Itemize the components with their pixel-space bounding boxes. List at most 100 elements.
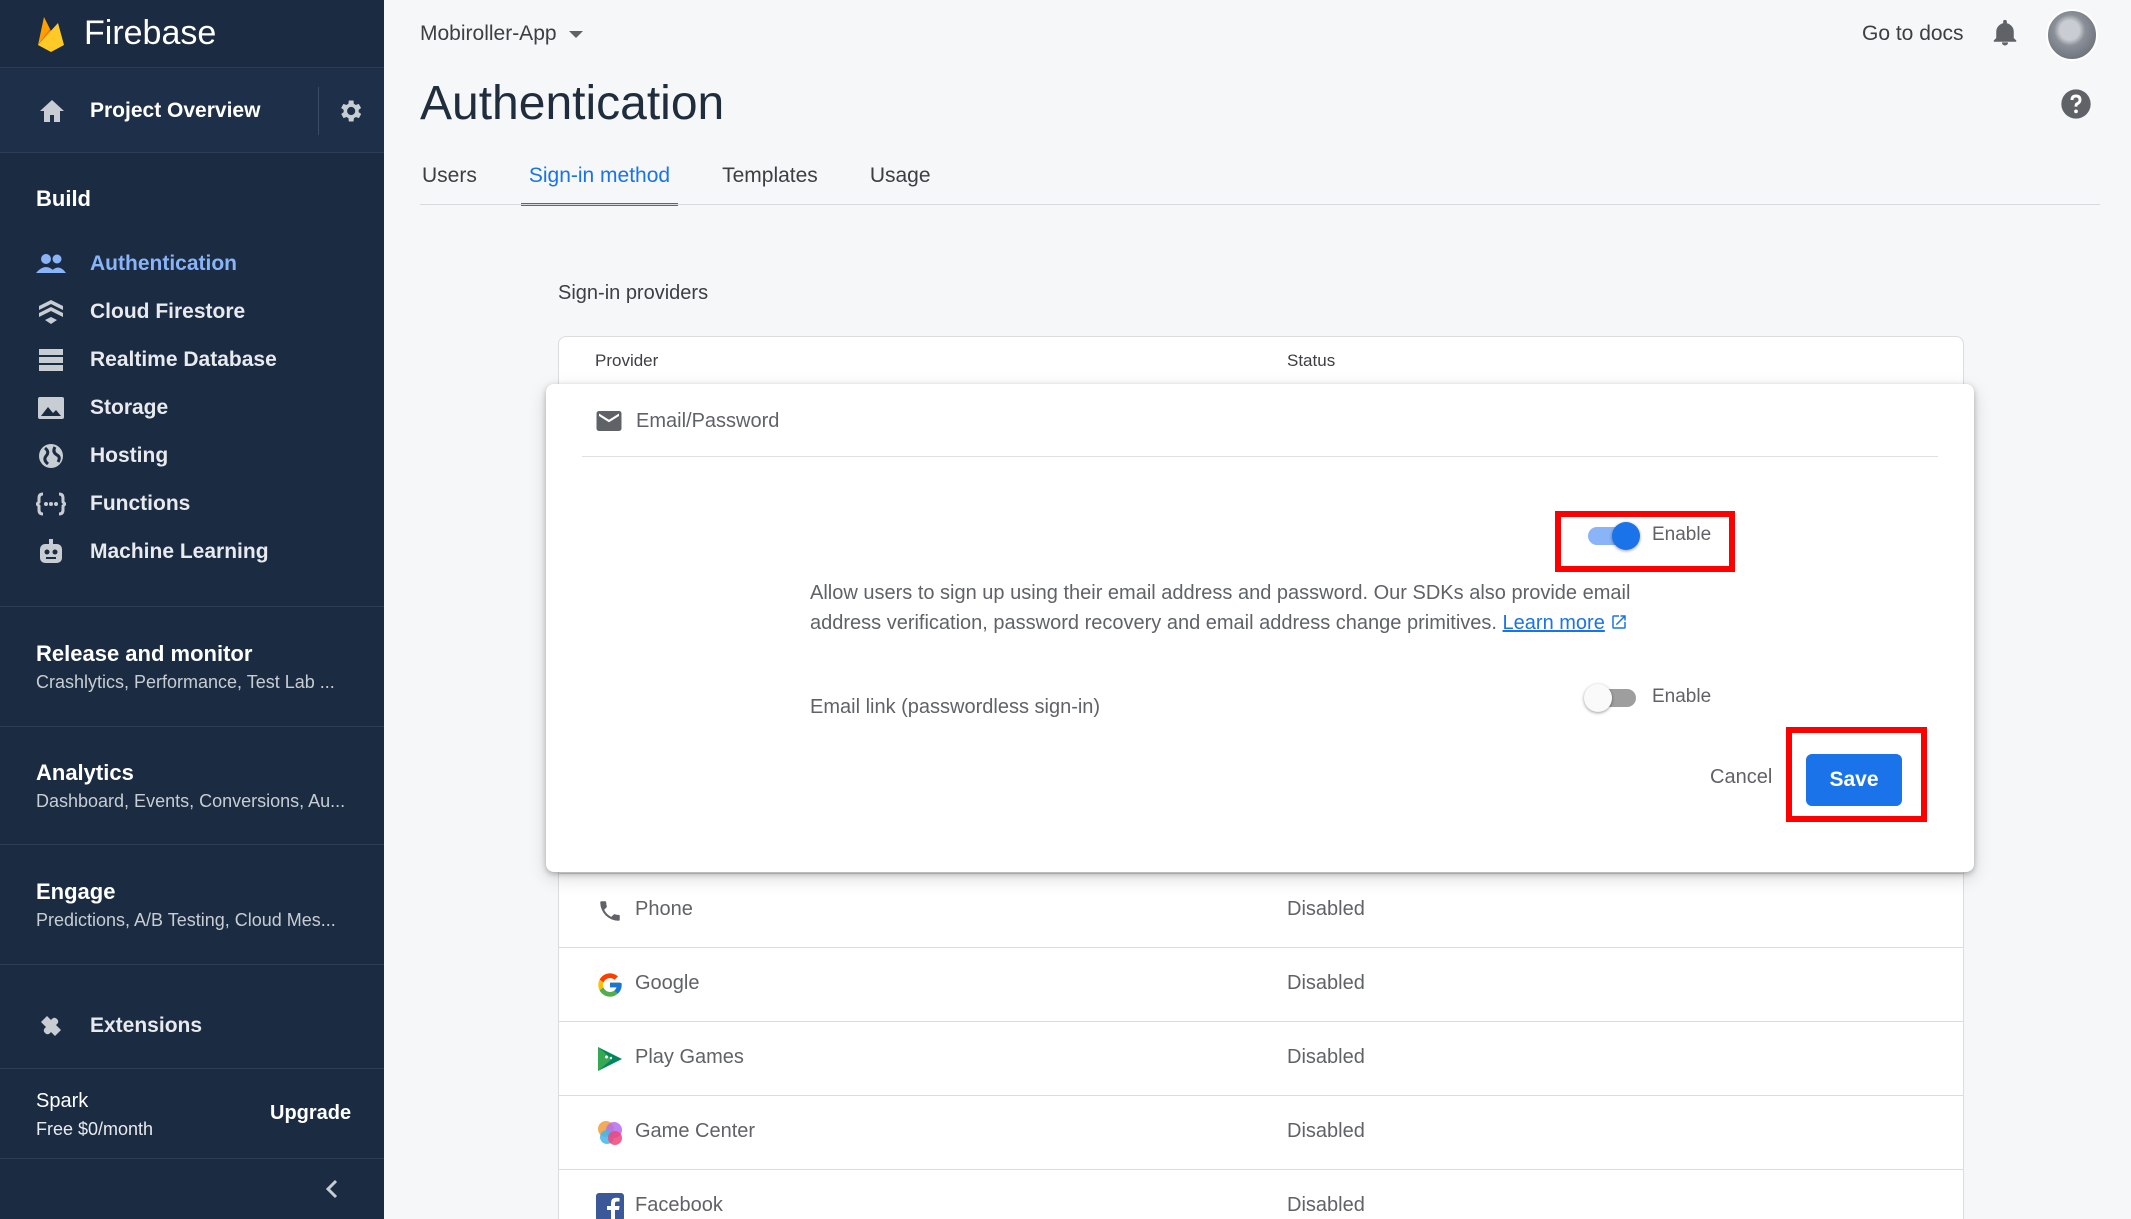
provider-name: Phone (635, 898, 693, 920)
email-link-toggle[interactable] (1584, 682, 1640, 712)
provider-name: Google (635, 972, 700, 994)
divider (0, 1068, 384, 1069)
divider (0, 964, 384, 965)
brand-name: Firebase (84, 14, 217, 52)
image-icon (36, 393, 66, 423)
section-subtitle: Crashlytics, Performance, Test Lab ... (36, 672, 335, 692)
people-icon (36, 249, 66, 279)
globe-icon (36, 441, 66, 471)
provider-status: Disabled (1287, 1120, 1365, 1142)
sidebar-item-label: Realtime Database (90, 348, 277, 371)
divider (582, 456, 1938, 457)
page-title: Authentication (420, 77, 725, 130)
sidebar-item-label: Authentication (90, 252, 237, 275)
section-title: Release and monitor (36, 641, 253, 666)
bell-icon[interactable] (1990, 18, 2020, 48)
go-to-docs-link[interactable]: Go to docs (1862, 22, 1964, 46)
help-icon[interactable] (2060, 88, 2092, 120)
firebase-logo-icon (38, 16, 64, 52)
provider-status: Disabled (1287, 1046, 1365, 1068)
caret-down-icon (568, 30, 583, 38)
sidebar-item-authentication[interactable]: Authentication (0, 240, 384, 288)
tab-bar: Users Sign-in method Templates Usage (420, 150, 981, 206)
project-overview[interactable]: Project Overview (0, 69, 384, 153)
home-icon (38, 97, 66, 125)
sidebar-item-storage[interactable]: Storage (0, 384, 384, 432)
provider-status: Disabled (1287, 972, 1365, 994)
section-title: Analytics (36, 760, 134, 785)
provider-row-phone[interactable]: Phone Disabled (559, 873, 1963, 947)
tab-divider (420, 204, 2100, 205)
highlight-box-enable (1555, 511, 1735, 572)
cancel-button[interactable]: Cancel (1710, 766, 1772, 789)
functions-icon (36, 489, 66, 519)
sidebar-item-label: Cloud Firestore (90, 300, 246, 323)
external-link-icon (1612, 615, 1627, 629)
project-selector[interactable]: Mobiroller-App (420, 22, 583, 46)
tab-usage[interactable]: Usage (868, 150, 933, 206)
sidebar-item-machine-learning[interactable]: Machine Learning (0, 528, 384, 576)
robot-icon (36, 537, 66, 567)
divider (0, 606, 384, 607)
sidebar-item-hosting[interactable]: Hosting (0, 432, 384, 480)
provider-name: Email/Password (636, 410, 780, 432)
divider (0, 844, 384, 845)
firestore-icon (36, 297, 66, 327)
google-icon (595, 970, 625, 1000)
email-password-card: Email/Password Enable Allow users to sig… (546, 384, 1974, 872)
provider-description: Allow users to sign up using their email… (810, 578, 1690, 638)
sidebar-item-label: Machine Learning (90, 540, 269, 563)
divider (0, 1158, 384, 1159)
tab-sign-in-method[interactable]: Sign-in method (520, 150, 679, 206)
email-link-enable-label: Enable (1652, 686, 1712, 707)
brand[interactable]: Firebase (0, 0, 384, 68)
sidebar-item-cloud-firestore[interactable]: Cloud Firestore (0, 288, 384, 336)
sidebar-item-extensions[interactable]: Extensions (0, 1002, 384, 1050)
section-title: Sign-in providers (558, 282, 709, 304)
provider-row-google[interactable]: Google Disabled (559, 947, 1963, 1021)
project-name: Mobiroller-App (420, 22, 557, 45)
phone-icon (595, 896, 625, 926)
section-subtitle: Dashboard, Events, Conversions, Au... (36, 791, 346, 811)
plan-price: Free $0/month (36, 1119, 154, 1139)
provider-row-game-center[interactable]: Game Center Disabled (559, 1095, 1963, 1169)
section-subtitle: Predictions, A/B Testing, Cloud Mes... (36, 910, 336, 930)
sidebar: Firebase Project Overview Build Authenti… (0, 0, 384, 1219)
sidebar-item-label: Functions (90, 492, 191, 515)
sidebar-item-label: Extensions (90, 1014, 203, 1037)
avatar[interactable] (2046, 9, 2098, 61)
plan-name: Spark (36, 1090, 89, 1112)
sidebar-item-label: Hosting (90, 444, 169, 467)
column-header-status: Status (1287, 351, 1336, 370)
divider (318, 87, 319, 135)
sidebar-item-realtime-database[interactable]: Realtime Database (0, 336, 384, 384)
section-title: Engage (36, 879, 116, 904)
build-heading: Build (36, 186, 91, 211)
divider (0, 726, 384, 727)
column-header-provider: Provider (595, 351, 659, 370)
provider-name: Play Games (635, 1046, 744, 1068)
provider-row-play-games[interactable]: Play Games Disabled (559, 1021, 1963, 1095)
provider-name: Facebook (635, 1194, 723, 1216)
play-games-icon (595, 1044, 625, 1074)
upgrade-button[interactable]: Upgrade (270, 1102, 351, 1125)
sidebar-item-functions[interactable]: Functions (0, 480, 384, 528)
mail-icon (596, 411, 622, 431)
chevron-left-icon[interactable] (318, 1175, 346, 1203)
provider-status: Disabled (1287, 898, 1365, 920)
gear-icon[interactable] (336, 97, 364, 125)
learn-more-link[interactable]: Learn more (1503, 612, 1605, 634)
project-overview-label: Project Overview (90, 98, 261, 122)
extensions-icon (36, 1011, 66, 1041)
sidebar-item-label: Storage (90, 396, 169, 419)
game-center-icon (595, 1118, 625, 1148)
provider-status: Disabled (1287, 1194, 1365, 1216)
highlight-box-save (1786, 727, 1927, 822)
facebook-icon (595, 1192, 625, 1219)
provider-row-facebook[interactable]: Facebook Disabled (559, 1169, 1963, 1219)
tab-users[interactable]: Users (420, 150, 479, 206)
provider-name: Game Center (635, 1120, 756, 1142)
database-icon (36, 345, 66, 375)
email-link-label: Email link (passwordless sign-in) (810, 696, 1101, 718)
tab-templates[interactable]: Templates (720, 150, 820, 206)
